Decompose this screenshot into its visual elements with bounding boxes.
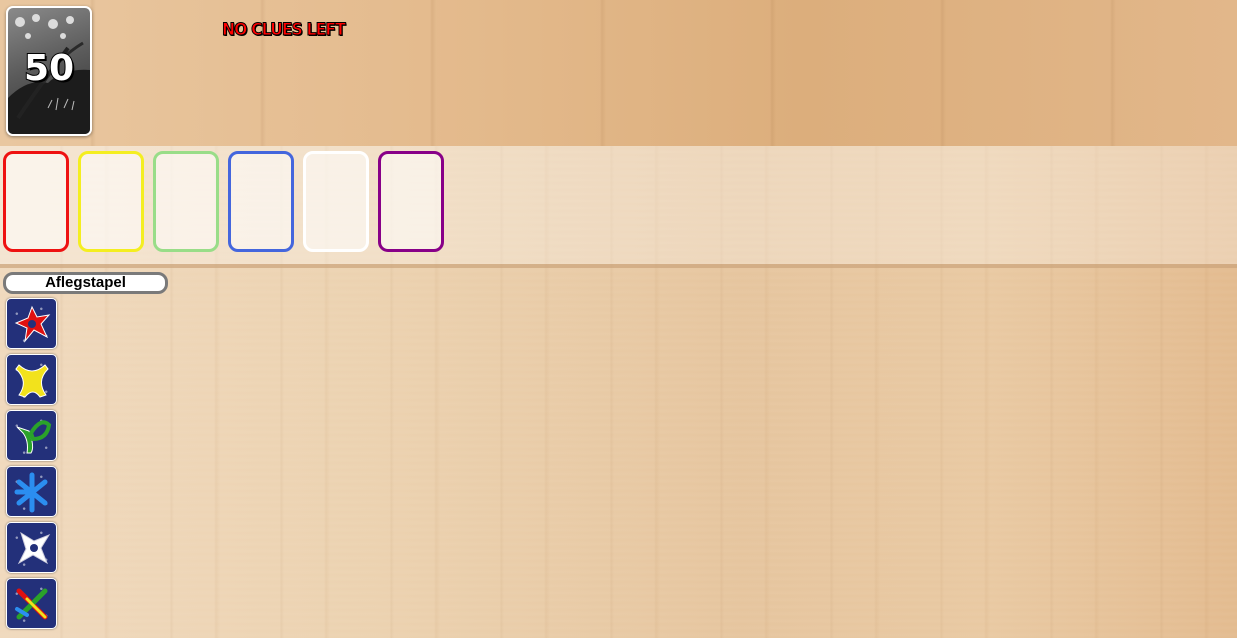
discard-card-yellow[interactable] <box>6 354 57 405</box>
blue-asterisk-icon <box>14 472 48 513</box>
play-stack-blue[interactable] <box>228 151 294 252</box>
play-stack-purple[interactable] <box>378 151 444 252</box>
discard-pile-label[interactable]: Aflegstapel <box>3 272 168 294</box>
play-stack-red[interactable] <box>3 151 69 252</box>
play-stack-white[interactable] <box>303 151 369 252</box>
white-star-icon <box>17 531 51 565</box>
discard-card-green[interactable] <box>6 410 57 461</box>
multicolor-cross-icon <box>15 588 48 620</box>
play-stack-yellow[interactable] <box>78 151 144 252</box>
draw-deck[interactable]: 50 <box>6 6 92 136</box>
play-area <box>0 146 1237 268</box>
discard-card-blue[interactable] <box>6 466 57 517</box>
deck-count: 50 <box>23 47 75 90</box>
clue-status: NO CLUES LEFT <box>222 20 347 41</box>
discard-pile <box>6 298 57 634</box>
discard-card-red[interactable] <box>6 298 57 349</box>
play-stack-green[interactable] <box>153 151 219 252</box>
red-cross-icon <box>14 305 51 343</box>
discard-card-white[interactable] <box>6 522 57 573</box>
discard-card-rainbow[interactable] <box>6 578 57 629</box>
yellow-x-icon <box>15 364 49 398</box>
green-leaf-icon <box>16 420 52 454</box>
top-strip <box>0 0 1237 146</box>
